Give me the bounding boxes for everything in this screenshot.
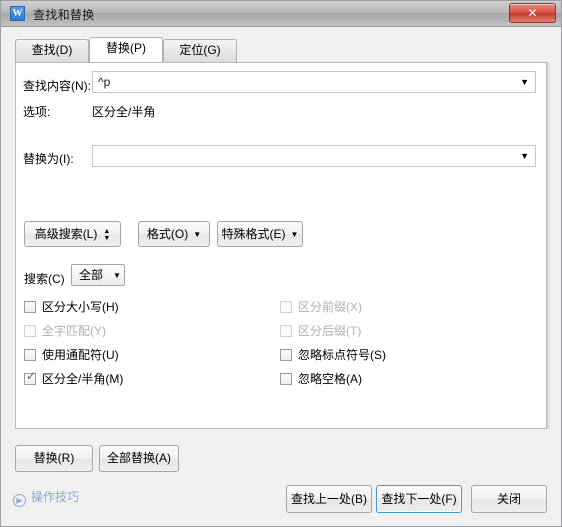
close-button[interactable]: 关闭 [471, 485, 547, 513]
chevron-down-icon[interactable]: ▼ [520, 72, 529, 92]
checkbox-box [24, 349, 36, 361]
checkbox-box [280, 325, 292, 337]
replace-all-button[interactable]: 全部替换(A) [99, 445, 179, 472]
tips-link[interactable]: ▶ 操作技巧 [13, 488, 79, 507]
check-icon: ✓ [26, 369, 37, 383]
chevron-down-icon: ▼ [193, 230, 202, 239]
checkbox-label: 忽略空格(A) [298, 372, 362, 386]
chevron-down-icon[interactable]: ▼ [520, 146, 529, 166]
find-previous-button[interactable]: 查找上一处(B) [286, 485, 372, 513]
find-input-value: ^p [98, 75, 111, 89]
tab-goto[interactable]: 定位(G) [163, 39, 237, 62]
checkbox-label: 区分后缀(T) [298, 324, 362, 338]
checkbox-box: ✓ [24, 369, 37, 385]
wps-writer-icon: W [10, 6, 25, 21]
checkbox-match-prefix: 区分前缀(X) [280, 298, 362, 315]
tab-replace[interactable]: 替换(P) [89, 37, 163, 62]
find-input[interactable]: ^p ▼ [92, 71, 536, 93]
scope-value: 全部 [79, 268, 104, 282]
tips-label: 操作技巧 [31, 490, 80, 504]
format-button[interactable]: 格式(O) ▼ [138, 221, 210, 247]
advanced-search-button[interactable]: 高级搜索(L) ▲ ▼ [24, 221, 121, 247]
play-circle-icon: ▶ [13, 494, 26, 507]
chevron-down-icon: ▼ [290, 230, 299, 239]
checkbox-label: 区分全/半角(M) [42, 372, 124, 386]
format-label: 格式(O) [146, 227, 189, 241]
replace-input[interactable]: ▼ [92, 145, 536, 167]
checkbox-box [24, 325, 36, 337]
checkbox-ignore-whitespace[interactable]: 忽略空格(A) [280, 370, 362, 387]
checkbox-box [280, 349, 292, 361]
special-format-label: 特殊格式(E) [221, 227, 286, 241]
tab-find[interactable]: 查找(D) [15, 39, 89, 62]
replace-button[interactable]: 替换(R) [15, 445, 93, 472]
find-replace-dialog: W 查找和替换 ✕ 查找(D) 替换(P) 定位(G) 查找内容(N): ^p … [0, 0, 562, 527]
checkbox-match-suffix: 区分后缀(T) [280, 322, 361, 339]
checkbox-use-wildcards[interactable]: 使用通配符(U) [24, 346, 119, 363]
checkbox-label: 忽略标点符号(S) [298, 348, 386, 362]
close-icon[interactable]: ✕ [509, 3, 556, 23]
advanced-search-label: 高级搜索(L) [34, 227, 98, 241]
checkbox-match-case[interactable]: 区分大小写(H) [24, 298, 119, 315]
checkbox-label: 区分前缀(X) [298, 300, 362, 314]
replace-label: 替换为(I): [23, 152, 74, 166]
chevron-down-icon: ▼ [113, 271, 121, 280]
options-label: 选项: [23, 105, 51, 119]
checkbox-whole-word: 全字匹配(Y) [24, 322, 106, 339]
find-next-button[interactable]: 查找下一处(F) [376, 485, 462, 513]
checkbox-box [280, 301, 292, 313]
panel-right-edge [547, 62, 550, 429]
options-value: 区分全/半角 [92, 105, 156, 119]
checkbox-label: 使用通配符(U) [42, 348, 119, 362]
scope-select[interactable]: 全部 ▼ [71, 264, 125, 286]
checkbox-box [24, 301, 36, 313]
special-format-button[interactable]: 特殊格式(E) ▼ [217, 221, 303, 247]
title-bar: W 查找和替换 ✕ [1, 1, 561, 27]
up-down-arrow-icon: ▲ ▼ [103, 227, 111, 242]
checkbox-match-width[interactable]: ✓ 区分全/半角(M) [24, 370, 123, 387]
checkbox-label: 全字匹配(Y) [42, 324, 106, 338]
checkbox-box [280, 373, 292, 385]
checkbox-label: 区分大小写(H) [42, 300, 119, 314]
window-title: 查找和替换 [33, 8, 95, 22]
checkbox-ignore-punctuation[interactable]: 忽略标点符号(S) [280, 346, 386, 363]
scope-label: 搜索(C) [24, 272, 65, 286]
find-label: 查找内容(N): [23, 79, 91, 93]
